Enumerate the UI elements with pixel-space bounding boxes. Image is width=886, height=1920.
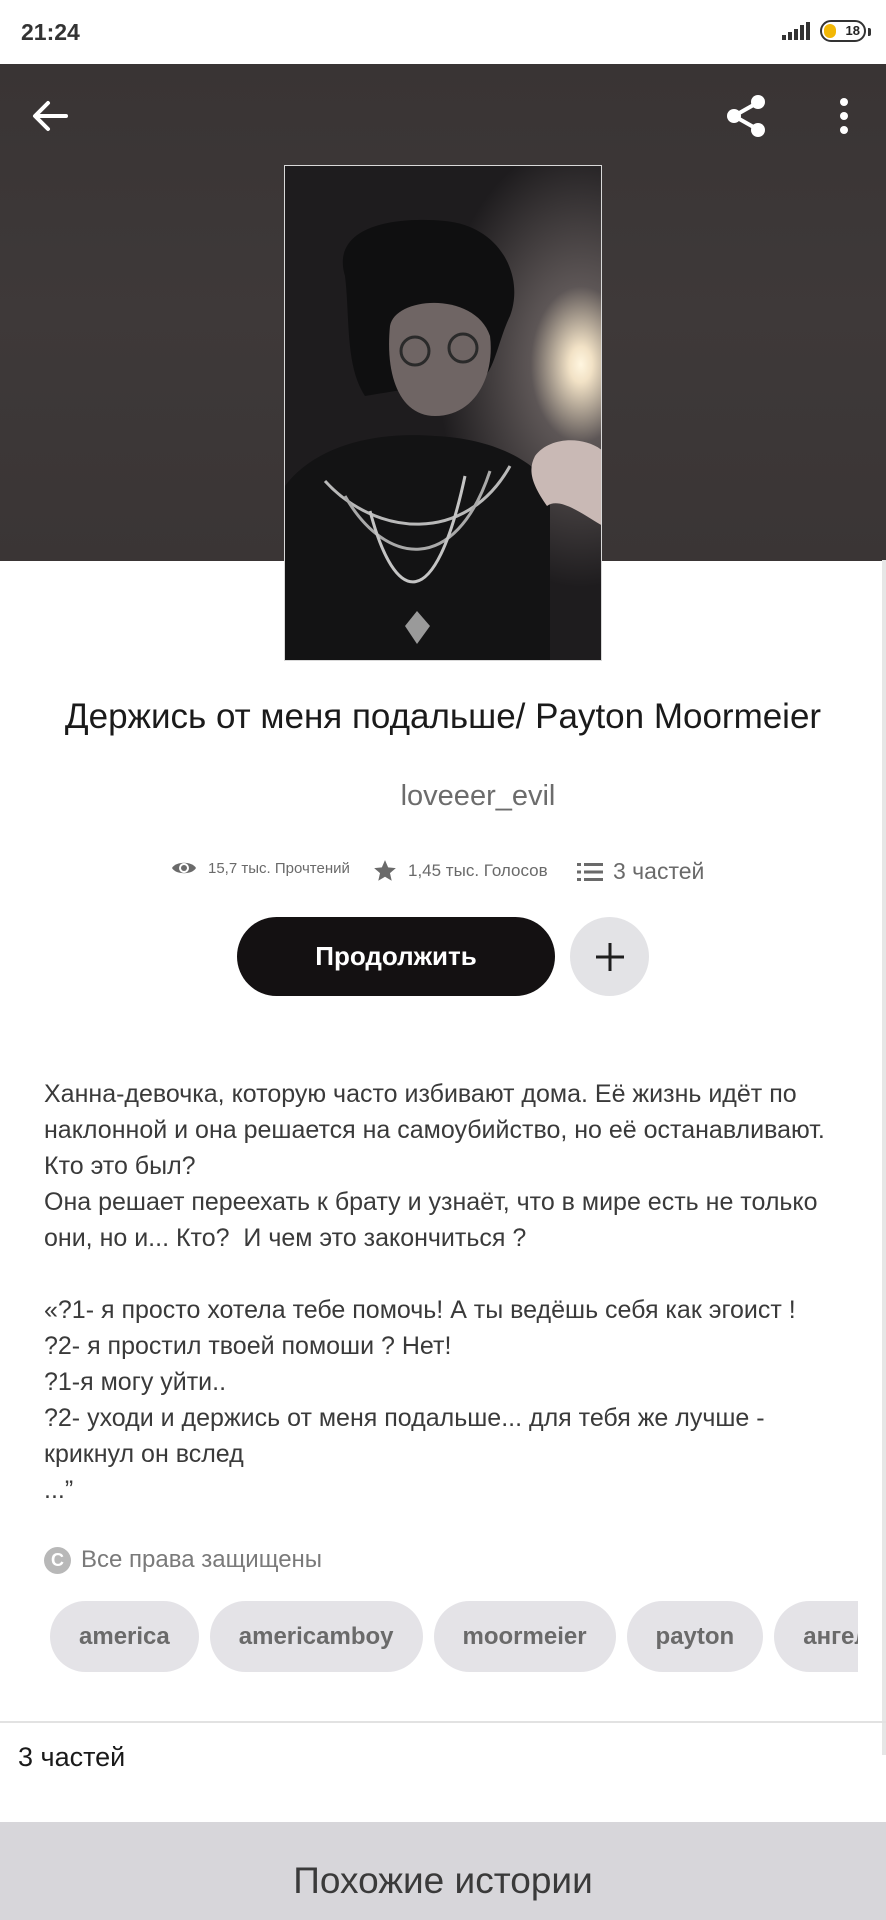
arrow-left-icon[interactable]: [28, 94, 72, 138]
copyright-label: Все права защищены: [81, 1546, 323, 1573]
tag-chip[interactable]: america: [50, 1601, 199, 1672]
continue-reading-button[interactable]: Продолжить: [237, 917, 555, 996]
votes-count: 1,45 тыс. Голосов: [408, 861, 548, 880]
status-time: 21:24: [21, 19, 80, 45]
status-bar: 21:24 18: [0, 0, 886, 64]
star-icon: [374, 860, 396, 881]
reads-stat: 15,7 тыс. Прочтений: [170, 858, 350, 878]
tag-chip[interactable]: ангел: [774, 1601, 858, 1672]
story-title: Держись от меня подальше/ Payton Moormei…: [64, 697, 822, 736]
battery-icon: 18: [820, 20, 866, 42]
votes-stat: 1,45 тыс. Голосов: [372, 858, 548, 884]
story-stats: 15,7 тыс. Прочтений 1,45 тыс. Голосов 3 …: [0, 858, 886, 888]
table-of-contents-link[interactable]: 3 частей: [18, 1742, 125, 1773]
battery-level: 18: [845, 23, 860, 38]
parts-stat: 3 частей: [577, 858, 704, 885]
similar-stories-title: Похожие истории: [293, 1860, 593, 1901]
copyright-notice: C Все права защищены: [44, 1546, 322, 1574]
divider: [0, 1721, 886, 1723]
tag-chip[interactable]: moormeier: [433, 1601, 616, 1672]
list-icon: [577, 862, 603, 881]
more-vertical-icon[interactable]: [826, 94, 862, 138]
eye-icon: [172, 862, 196, 874]
description-paragraph: Ханна-девочка, которую часто избивают до…: [44, 1080, 825, 1252]
parts-count: 3 частей: [613, 858, 705, 884]
story-cover-image[interactable]: [284, 165, 602, 661]
scrollbar[interactable]: [882, 560, 886, 1755]
story-description: Ханна-девочка, которую часто избивают до…: [44, 1076, 854, 1508]
plus-icon: [595, 942, 624, 971]
add-to-library-button[interactable]: [570, 917, 649, 996]
tag-chip[interactable]: payton: [626, 1601, 764, 1672]
description-paragraph: «?1- я просто хотела тебе помочь! А ты в…: [44, 1296, 796, 1504]
author-link[interactable]: loveeer_evil: [0, 780, 886, 813]
copyright-icon: C: [44, 1546, 71, 1574]
tag-chip[interactable]: americamboy: [209, 1601, 423, 1672]
share-icon[interactable]: [722, 92, 770, 140]
reads-count: 15,7 тыс. Прочтений: [208, 859, 350, 877]
tag-list: americaamericamboymoormeierpaytonангел: [50, 1601, 858, 1673]
signal-icon: [782, 22, 810, 40]
